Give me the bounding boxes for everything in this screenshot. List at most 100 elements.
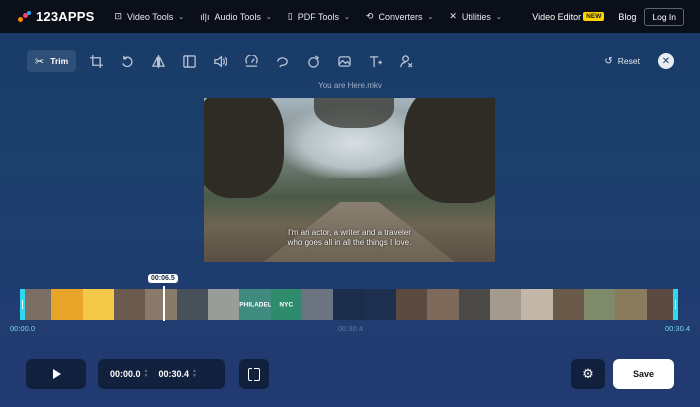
chevron-down-icon: ⌄ xyxy=(265,13,272,21)
trim-label: Trim xyxy=(50,56,69,66)
tools-icon: ✕ xyxy=(449,11,457,21)
nav-label: Video Tools xyxy=(127,11,174,22)
nav-audio-tools[interactable]: ıl|ı Audio Tools ⌄ xyxy=(200,11,272,22)
nav-label: Converters xyxy=(378,11,423,22)
remove-logo-icon[interactable] xyxy=(395,50,417,72)
timeline-frame xyxy=(583,289,616,320)
reset-button[interactable]: ↺ Reset xyxy=(604,56,640,67)
chevron-down-icon: ⌄ xyxy=(178,13,185,21)
timeline-frame xyxy=(113,289,146,320)
video-tree xyxy=(404,98,495,203)
frame-label: PHILADELPHIA xyxy=(239,301,271,308)
end-time-value: 00:30.4 xyxy=(158,369,190,379)
timeline-frame xyxy=(395,289,428,320)
resize-icon[interactable] xyxy=(178,50,200,72)
timeline-frame: PHILADELPHIA xyxy=(239,289,271,320)
trim-time-inputs: 00:00.0 ▲ ▼ 00:30.4 ▲ ▼ xyxy=(98,359,225,389)
nav-video-tools[interactable]: ⊡ Video Tools ⌄ xyxy=(115,11,185,22)
chevron-down-icon: ⌄ xyxy=(495,13,502,21)
video-editor-link[interactable]: Video Editor NEW xyxy=(532,11,605,22)
timeline-strip[interactable]: PHILADELPHIA NYC xyxy=(20,289,678,320)
text-icon[interactable] xyxy=(364,50,386,72)
video-tree xyxy=(204,98,284,198)
timeline-frame xyxy=(615,289,647,320)
stepper-icon[interactable]: ▲ ▼ xyxy=(144,369,149,379)
gear-icon: ⚙ xyxy=(582,366,594,381)
timeline-frame xyxy=(521,289,553,320)
timeline-frame xyxy=(145,289,177,320)
playhead[interactable] xyxy=(163,286,165,321)
play-icon xyxy=(53,369,61,379)
playhead-time: 00:06.5 xyxy=(148,274,178,283)
reset-label: Reset xyxy=(617,56,640,66)
chevron-down-icon: ⌄ xyxy=(427,13,434,21)
timeline-frame xyxy=(333,289,365,320)
nav-label: PDF Tools xyxy=(297,11,340,22)
close-icon[interactable]: ✕ xyxy=(658,53,674,69)
logo-icon xyxy=(18,10,32,23)
timeline-frame xyxy=(552,289,584,320)
scissors-icon: ✂ xyxy=(35,55,45,68)
main-nav: ⊡ Video Tools ⌄ ıl|ı Audio Tools ⌄ ▯ PDF… xyxy=(115,11,518,22)
video-tree xyxy=(314,98,394,128)
video-preview[interactable]: I'm an actor, a writer and a traveler wh… xyxy=(204,98,495,262)
subtitle-line: who goes all in all the things I love. xyxy=(287,238,412,247)
trim-end-handle[interactable] xyxy=(673,289,678,320)
speed-icon[interactable] xyxy=(240,50,262,72)
nav-label: Utilities xyxy=(461,11,491,22)
nav-pdf-tools[interactable]: ▯ PDF Tools ⌄ xyxy=(288,11,350,22)
subtitle-line: I'm an actor, a writer and a traveler xyxy=(288,228,411,237)
timeline-frame: NYC xyxy=(270,289,302,320)
split-icon xyxy=(248,367,260,381)
flip-icon[interactable] xyxy=(147,50,169,72)
timeline-frame xyxy=(176,289,208,320)
frame-label: NYC xyxy=(279,301,294,308)
split-button[interactable] xyxy=(239,359,269,389)
chevron-down-icon: ⌄ xyxy=(344,13,350,21)
trim-start-handle[interactable] xyxy=(20,289,25,320)
right-nav: Video Editor NEW Blog Log In xyxy=(532,7,684,26)
timeline-frame xyxy=(489,289,522,320)
nav-label: Audio Tools xyxy=(214,11,261,22)
timeline-frame xyxy=(82,289,114,320)
nav-converters[interactable]: ⟲ Converters ⌄ xyxy=(366,11,433,22)
logo-text: 123APPS xyxy=(36,9,95,24)
new-badge: NEW xyxy=(583,12,605,21)
editor-toolbar: ✂ Trim ↺ Reset ✕ xyxy=(27,50,674,72)
start-time-value: 00:00.0 xyxy=(110,369,141,379)
top-nav-bar: 123APPS ⊡ Video Tools ⌄ ıl|ı Audio Tools… xyxy=(0,0,700,33)
timeline-start-time: 00:00.0 xyxy=(10,324,36,333)
convert-icon: ⟲ xyxy=(365,11,374,21)
timeline-frame xyxy=(364,289,396,320)
video-subtitle: I'm an actor, a writer and a traveler wh… xyxy=(204,228,495,248)
stabilize-icon[interactable] xyxy=(302,50,324,72)
timeline-frame xyxy=(458,289,490,320)
timeline-mid-time: 00:30.4 xyxy=(338,324,364,333)
save-button[interactable]: Save xyxy=(613,359,674,389)
video-filename: You are Here.mkv xyxy=(318,81,382,90)
crop-icon[interactable] xyxy=(85,50,107,72)
stepper-icon[interactable]: ▲ ▼ xyxy=(192,369,197,379)
loop-icon[interactable] xyxy=(271,50,293,72)
image-icon[interactable] xyxy=(333,50,355,72)
document-icon: ▯ xyxy=(287,11,293,21)
settings-button[interactable]: ⚙ xyxy=(571,359,605,389)
undo-icon: ↺ xyxy=(604,55,613,67)
play-button[interactable] xyxy=(26,359,86,389)
volume-icon[interactable] xyxy=(209,50,231,72)
start-time-field[interactable]: 00:00.0 ▲ ▼ xyxy=(110,369,149,380)
logo[interactable]: 123APPS xyxy=(18,9,95,24)
login-button[interactable]: Log In xyxy=(644,7,684,26)
video-editor-label: Video Editor xyxy=(532,11,582,22)
timeline-frame xyxy=(51,289,83,320)
nav-utilities[interactable]: ✕ Utilities ⌄ xyxy=(449,11,501,22)
timeline-end-time: 00:30.4 xyxy=(664,324,690,333)
blog-link[interactable]: Blog xyxy=(618,12,636,22)
trim-button[interactable]: ✂ Trim xyxy=(27,50,77,72)
play-square-icon: ⊡ xyxy=(114,11,123,21)
rotate-icon[interactable] xyxy=(116,50,138,72)
waveform-icon: ıl|ı xyxy=(200,11,210,22)
timeline-frame xyxy=(301,289,334,320)
timeline-frame xyxy=(207,289,240,320)
end-time-field[interactable]: 00:30.4 ▲ ▼ xyxy=(158,369,197,380)
